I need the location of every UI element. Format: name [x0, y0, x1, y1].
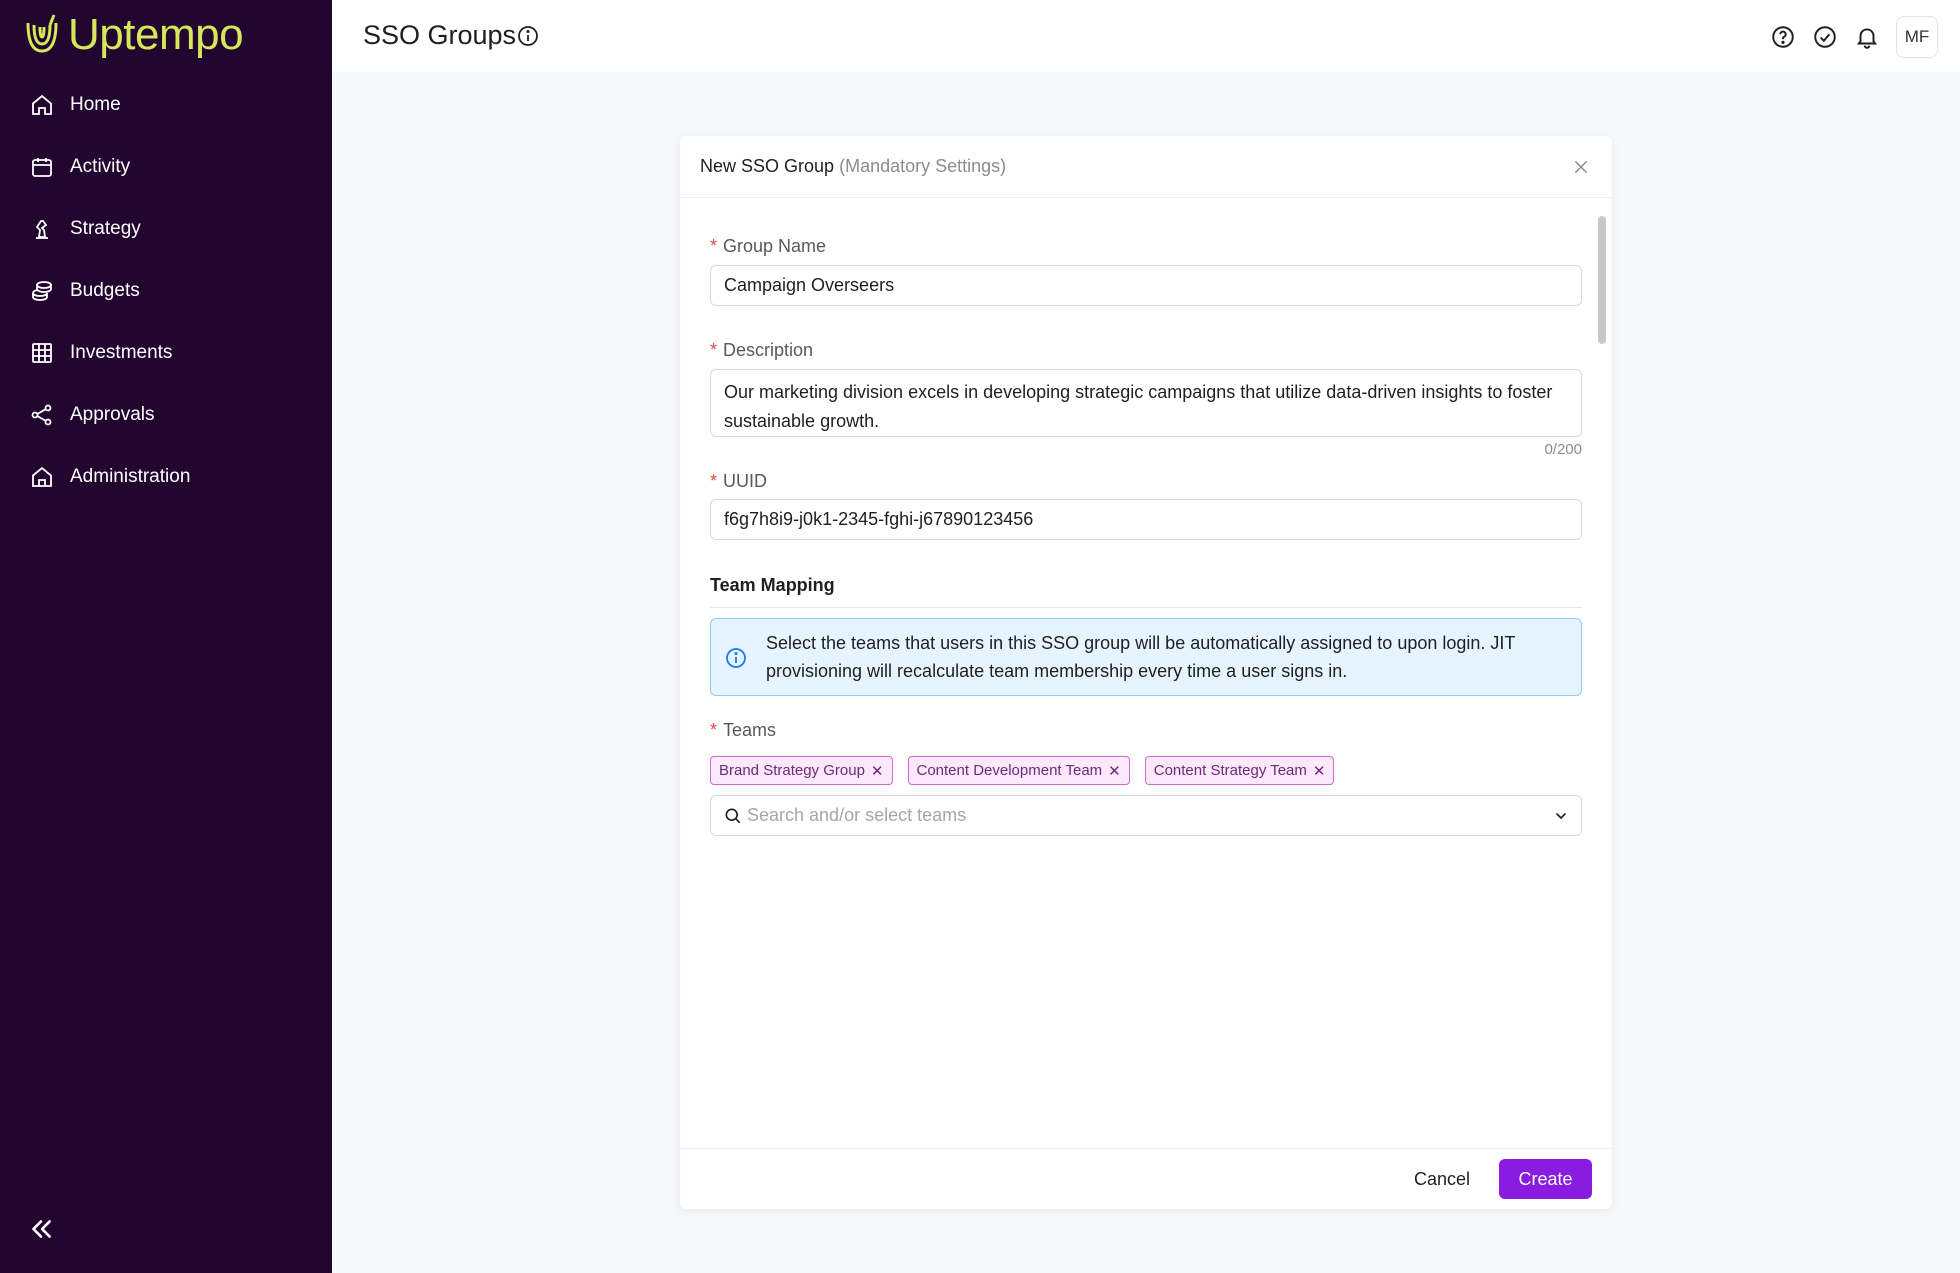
coins-icon	[32, 281, 52, 301]
sidebar-item-label: Investments	[70, 342, 173, 363]
sidebar-item-budgets[interactable]: Budgets	[0, 260, 332, 322]
team-mapping-info-alert: Select the teams that users in this SSO …	[710, 618, 1582, 696]
team-tag: Content Development Team ✕	[907, 756, 1130, 785]
chess-piece-icon	[35, 220, 48, 239]
avatar[interactable]: MF	[1896, 16, 1938, 58]
selected-teams: Brand Strategy Group ✕ Content Developme…	[710, 756, 1335, 785]
remove-tag-icon[interactable]: ✕	[1313, 762, 1326, 780]
double-chevron-left-icon[interactable]	[28, 1216, 54, 1242]
modal-title-text: New SSO Group	[700, 156, 835, 176]
sidebar-nav: Home Activity Strategy Budgets Investmen…	[0, 74, 332, 508]
sidebar-item-label: Administration	[70, 466, 191, 487]
home-icon	[32, 94, 52, 115]
uptempo-logo-icon	[26, 14, 58, 53]
description-label: * Description	[710, 340, 814, 360]
team-tag-label: Content Strategy Team	[1153, 762, 1307, 779]
sidebar-item-home[interactable]: Home	[0, 74, 332, 136]
modal-header: New SSO Group (Mandatory Settings)	[680, 136, 1612, 198]
modal-title: New SSO Group (Mandatory Settings)	[700, 156, 1006, 177]
new-sso-group-modal: New SSO Group (Mandatory Settings) * Grou…	[680, 136, 1612, 1209]
section-divider	[710, 607, 1582, 608]
info-circle-icon[interactable]	[516, 24, 540, 48]
create-button[interactable]: Create	[1499, 1159, 1592, 1199]
share-nodes-icon	[31, 404, 52, 426]
grid-table-icon	[32, 343, 52, 363]
cancel-button[interactable]: Cancel	[1400, 1159, 1484, 1199]
required-marker: *	[710, 236, 718, 256]
sidebar-item-strategy[interactable]: Strategy	[0, 198, 332, 260]
remove-tag-icon[interactable]: ✕	[871, 762, 884, 780]
sidebar-item-label: Approvals	[70, 404, 155, 425]
teams-search-input[interactable]	[747, 805, 1553, 826]
search-icon	[725, 808, 741, 823]
help-icon[interactable]	[1770, 24, 1796, 50]
required-marker: *	[710, 720, 718, 740]
required-marker: *	[710, 471, 718, 491]
calendar-icon	[32, 158, 52, 177]
description-char-counter: 0/200	[1544, 441, 1582, 458]
check-circle-icon[interactable]	[1812, 24, 1838, 50]
sidebar-item-label: Home	[70, 94, 121, 115]
team-tag: Content Strategy Team ✕	[1144, 756, 1335, 785]
logo[interactable]: Uptempo	[24, 10, 244, 60]
teams-label: * Teams	[710, 720, 777, 740]
group-name-input[interactable]: Campaign Overseers	[710, 265, 1582, 306]
header-actions: MF	[1770, 16, 1938, 58]
sidebar-item-approvals[interactable]: Approvals	[0, 384, 332, 446]
chevron-down-icon[interactable]	[1553, 808, 1569, 824]
required-marker: *	[710, 340, 718, 360]
description-textarea[interactable]: Our marketing division excels in develop…	[710, 369, 1582, 437]
team-tag-label: Brand Strategy Group	[719, 762, 865, 779]
sidebar: Uptempo Home Activity Strategy Budgets I…	[0, 0, 332, 1273]
team-tag-label: Content Development Team	[916, 762, 1103, 779]
close-icon[interactable]	[1572, 158, 1590, 176]
uuid-input[interactable]: f6g7h8i9-j0k1-2345-fghi-j67890123456	[710, 499, 1582, 540]
page-title: SSO Groups	[363, 20, 517, 50]
info-icon	[726, 648, 746, 668]
remove-tag-icon[interactable]: ✕	[1108, 762, 1121, 780]
modal-scrollbar[interactable]	[1598, 216, 1606, 344]
sidebar-item-administration[interactable]: Administration	[0, 446, 332, 508]
teams-select[interactable]	[710, 795, 1582, 836]
top-header: SSO Groups MF	[332, 0, 1960, 72]
uuid-label: * UUID	[710, 471, 768, 491]
sidebar-item-label: Budgets	[70, 280, 140, 301]
sidebar-item-investments[interactable]: Investments	[0, 322, 332, 384]
sidebar-item-label: Strategy	[70, 218, 141, 239]
info-alert-text: Select the teams that users in this SSO …	[766, 633, 1516, 681]
team-tag: Brand Strategy Group ✕	[710, 756, 893, 785]
logo-text: Uptempo	[68, 10, 244, 59]
group-name-label: * Group Name	[710, 236, 827, 256]
sidebar-item-activity[interactable]: Activity	[0, 136, 332, 198]
modal-subtitle: (Mandatory Settings)	[839, 156, 1007, 176]
modal-footer: Cancel Create	[680, 1148, 1612, 1209]
sidebar-item-label: Activity	[70, 156, 131, 177]
building-icon	[32, 466, 52, 487]
bell-icon[interactable]	[1854, 24, 1880, 50]
team-mapping-heading: Team Mapping	[710, 575, 835, 595]
